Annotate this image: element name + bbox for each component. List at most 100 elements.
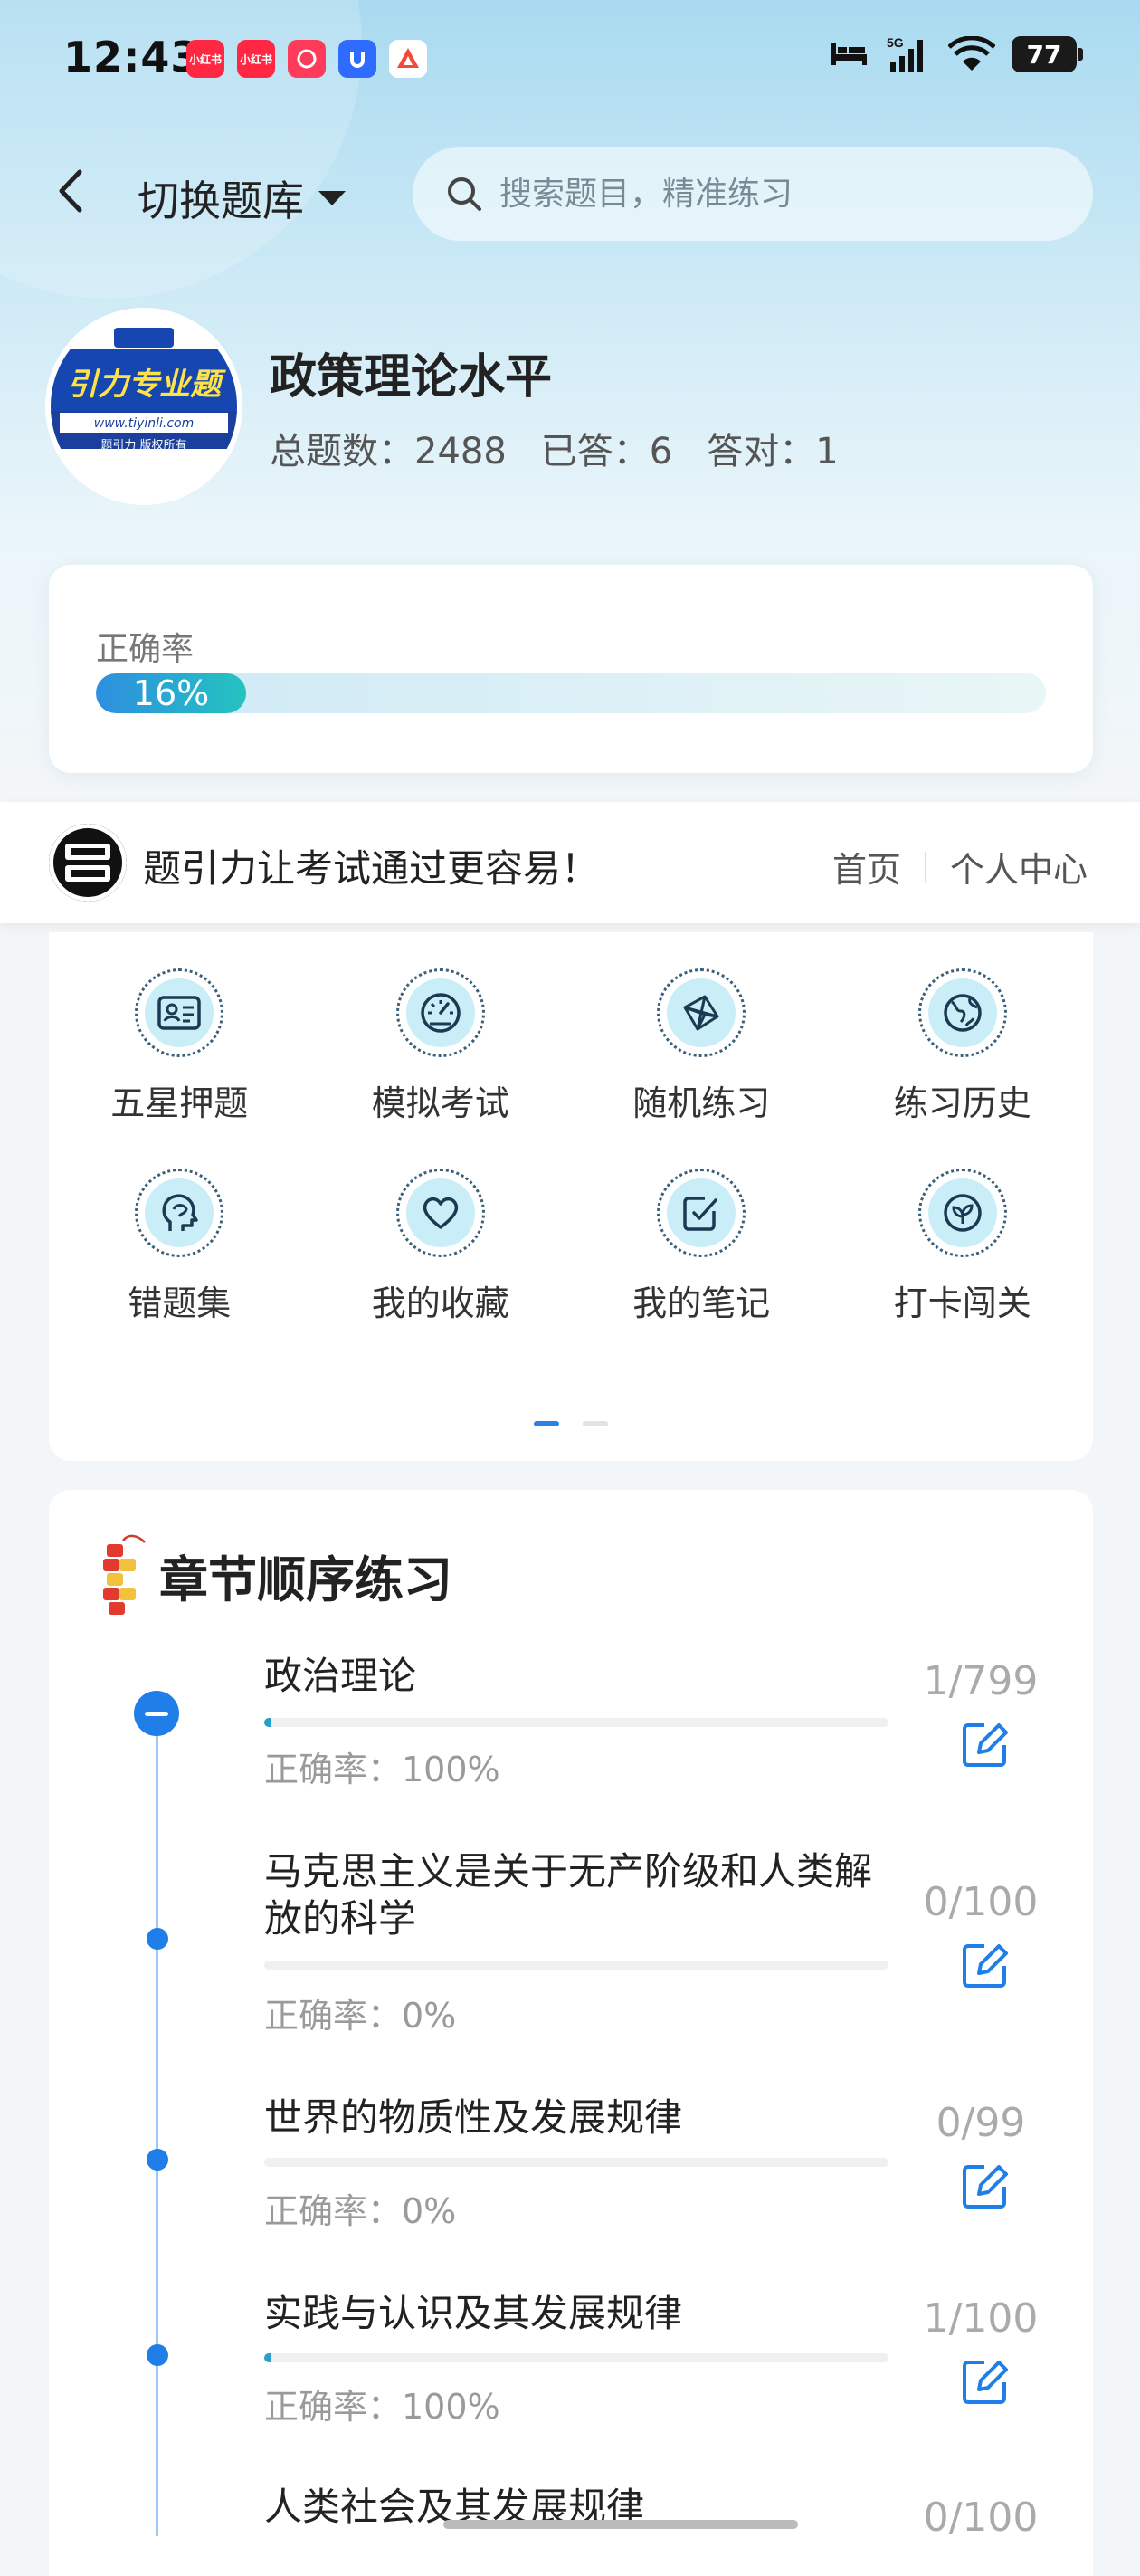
edit-icon[interactable] bbox=[957, 2353, 1013, 2409]
accuracy-progress-fill: 16% bbox=[96, 673, 246, 713]
page-dot-active[interactable] bbox=[534, 1421, 559, 1426]
signal-5g-icon: 5G bbox=[887, 35, 923, 72]
home-indicator[interactable] bbox=[443, 2520, 798, 2529]
bed-icon bbox=[831, 43, 867, 65]
chapter-progress-bar bbox=[264, 2353, 888, 2362]
banner-slogan: 题引力让考试通过更容易！ bbox=[143, 846, 600, 891]
grid-item-five-star[interactable]: 五星押题 bbox=[49, 968, 310, 1125]
chapter-count: 1/100 bbox=[923, 2295, 1039, 2342]
tiyinli-logo bbox=[49, 824, 127, 902]
edit-icon[interactable] bbox=[957, 2158, 1013, 2214]
heart-icon bbox=[423, 1197, 458, 1229]
chapter-accuracy: 正确率：100% bbox=[264, 1750, 500, 1789]
grid-label: 练习历史 bbox=[893, 1083, 1031, 1123]
grid-label: 模拟考试 bbox=[371, 1083, 509, 1123]
head-icon bbox=[162, 1194, 198, 1231]
chapter-section-header: 章节顺序练习 bbox=[98, 1531, 452, 1618]
app-notification-icon bbox=[288, 40, 326, 78]
globe-icon bbox=[944, 994, 982, 1032]
grid-label: 我的收藏 bbox=[371, 1283, 509, 1323]
search-bar[interactable] bbox=[413, 147, 1093, 241]
status-bar: 12:43 小红书 小红书 5G 77 bbox=[0, 0, 1140, 118]
chapter-accuracy: 正确率：100% bbox=[264, 2387, 500, 2427]
grid-item-practice-history[interactable]: 练习历史 bbox=[832, 968, 1094, 1125]
grid-icon-bg bbox=[405, 1178, 475, 1247]
timeline-node bbox=[147, 1928, 168, 1950]
timeline-line bbox=[156, 1722, 158, 2536]
leaf-icon bbox=[944, 1194, 982, 1232]
chapter-title: 世界的物质性及发展规律 bbox=[264, 2095, 683, 2140]
question-bank-logo: 引力专业题 www.tiyinli.com 题引力 版权所有 bbox=[51, 313, 237, 500]
promo-banner: 题引力让考试通过更容易！ 首页 个人中心 bbox=[0, 802, 1140, 923]
answered-count: 已答：6 bbox=[540, 431, 673, 472]
chapter-count: 0/100 bbox=[923, 1879, 1039, 1925]
gauge-icon bbox=[421, 993, 461, 1033]
grid-label: 打卡闯关 bbox=[893, 1283, 1031, 1323]
grid-icon-ring bbox=[395, 1169, 485, 1257]
chapter-title: 政治理论 bbox=[264, 1654, 417, 1698]
id-card-icon bbox=[157, 996, 201, 1030]
grid-icon-bg bbox=[667, 978, 736, 1047]
accuracy-label: 正确率 bbox=[96, 631, 195, 668]
grid-icon-ring bbox=[917, 1169, 1007, 1257]
chapter-progress-fill bbox=[264, 1718, 271, 1727]
question-stats: 总题数：2488 已答：6 答对：1 bbox=[270, 422, 839, 474]
grid-label: 五星押题 bbox=[110, 1083, 249, 1123]
grid-icon-bg bbox=[927, 1178, 997, 1247]
status-time: 12:43 bbox=[63, 33, 201, 81]
grid-icon-bg bbox=[145, 1178, 214, 1247]
chapter-count: 0/99 bbox=[936, 2100, 1026, 2146]
chapter-progress-bar bbox=[264, 1718, 888, 1727]
chapter-title: 实践与认识及其发展规律 bbox=[264, 2291, 683, 2335]
home-link[interactable]: 首页 bbox=[832, 842, 901, 892]
grid-icon-ring bbox=[395, 968, 485, 1057]
grid-label: 我的笔记 bbox=[632, 1283, 771, 1323]
edit-icon[interactable] bbox=[957, 1937, 1013, 1993]
switch-label: 切换题库 bbox=[138, 177, 304, 225]
grid-item-wrong-questions[interactable]: 错题集 bbox=[49, 1169, 310, 1325]
grid-icon-ring bbox=[917, 968, 1007, 1057]
feature-grid: 五星押题 模拟考试 随机练习 练习历史 错题集 我的收藏 我的笔记 打卡闯关 bbox=[49, 968, 1093, 1325]
svg-text:引力专业题: 引力专业题 bbox=[67, 367, 226, 403]
xiaohongshu-icon: 小红书 bbox=[186, 40, 224, 78]
chapter-title: 马克思主义是关于无产阶级和人类解放的科学 bbox=[264, 1849, 873, 1941]
chapter-accuracy: 正确率：0% bbox=[264, 2191, 457, 2231]
firecracker-icon bbox=[103, 1534, 146, 1615]
collapse-icon[interactable] bbox=[134, 1691, 179, 1736]
grid-item-mock-exam[interactable]: 模拟考试 bbox=[310, 968, 572, 1125]
battery-indicator: 77 bbox=[1012, 36, 1083, 72]
app-notification-icon bbox=[338, 40, 376, 78]
search-input[interactable] bbox=[498, 174, 1044, 214]
svg-text:www.tiyinli.com: www.tiyinli.com bbox=[94, 416, 194, 431]
grid-icon-ring bbox=[135, 968, 224, 1057]
grid-label: 随机练习 bbox=[632, 1083, 771, 1123]
page-dot[interactable] bbox=[583, 1421, 608, 1426]
correct-count: 答对：1 bbox=[707, 431, 839, 472]
grid-icon-bg bbox=[927, 978, 997, 1047]
switch-question-bank[interactable]: 切换题库 bbox=[138, 168, 347, 228]
grid-icon-ring bbox=[657, 1169, 746, 1257]
accuracy-progress-bar: 16% bbox=[96, 673, 1046, 713]
edit-icon[interactable] bbox=[957, 1716, 1013, 1772]
grid-icon-bg bbox=[667, 1178, 736, 1247]
check-note-icon bbox=[683, 1197, 717, 1231]
back-button[interactable] bbox=[49, 161, 94, 221]
chapter-count: 1/799 bbox=[923, 1658, 1039, 1704]
svg-text:题引力 版权所有: 题引力 版权所有 bbox=[100, 438, 186, 453]
grid-item-random-practice[interactable]: 随机练习 bbox=[571, 968, 832, 1125]
grid-icon-ring bbox=[135, 1169, 224, 1257]
grid-item-my-favorites[interactable]: 我的收藏 bbox=[310, 1169, 572, 1325]
page-title: 政策理论水平 bbox=[270, 350, 553, 405]
chapter-progress-bar bbox=[264, 1961, 888, 1970]
grid-label: 错题集 bbox=[128, 1283, 232, 1323]
page-indicator bbox=[534, 1421, 608, 1426]
grid-item-my-notes[interactable]: 我的笔记 bbox=[571, 1169, 832, 1325]
grid-item-check-in[interactable]: 打卡闯关 bbox=[832, 1169, 1094, 1325]
profile-center-link[interactable]: 个人中心 bbox=[950, 842, 1088, 892]
grid-icon-bg bbox=[405, 978, 475, 1047]
app-notification-icon bbox=[389, 40, 427, 78]
chapter-count: 0/100 bbox=[923, 2495, 1039, 2541]
chapter-accuracy: 正确率：0% bbox=[264, 1996, 457, 2036]
caret-down-icon bbox=[318, 191, 346, 205]
random-network-icon bbox=[683, 995, 719, 1031]
